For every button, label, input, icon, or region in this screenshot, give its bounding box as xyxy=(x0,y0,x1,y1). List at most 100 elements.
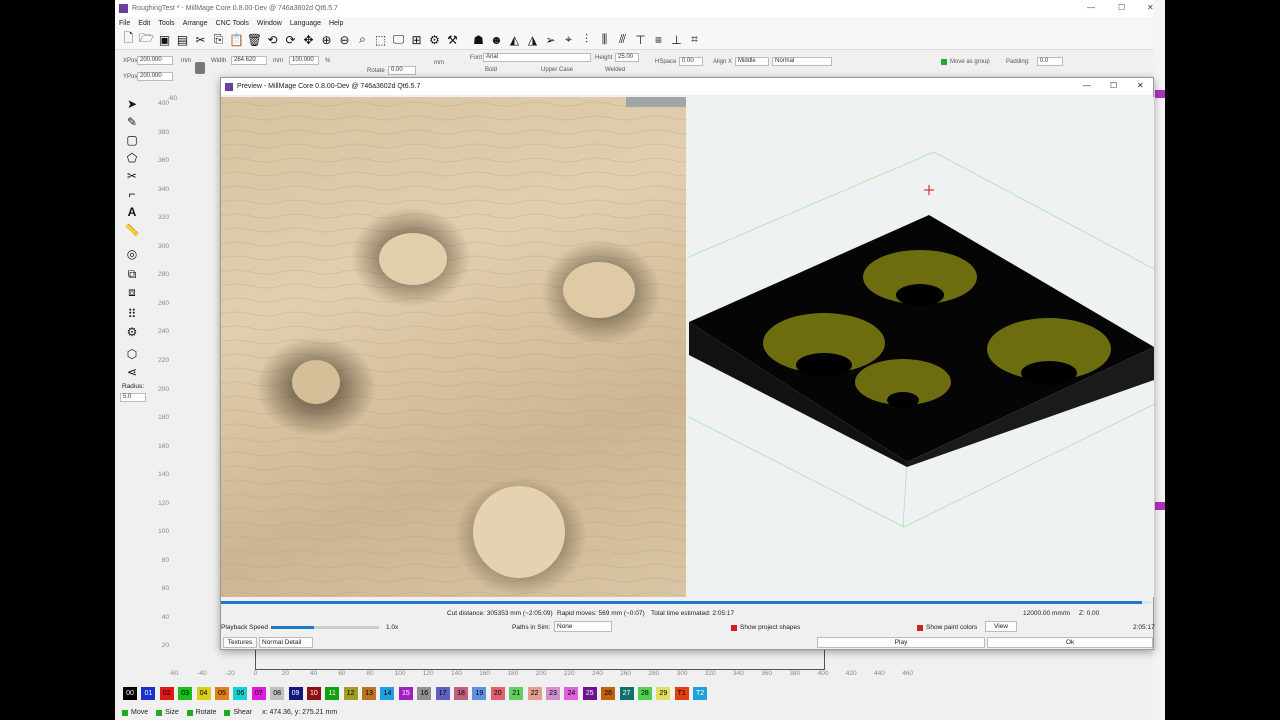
paths-in-sim-select[interactable]: None xyxy=(554,621,612,632)
frame-tool-icon[interactable]: ⌐ xyxy=(125,187,139,201)
color-swatch-04[interactable]: 04 xyxy=(196,687,211,700)
send-icon[interactable]: ➢ xyxy=(543,32,558,47)
color-swatch-26[interactable]: 26 xyxy=(601,687,616,700)
menu-window[interactable]: Window xyxy=(257,20,282,27)
play-button[interactable]: Play xyxy=(817,637,985,648)
color-swatch-20[interactable]: 20 xyxy=(490,687,505,700)
move-as-group-checkbox[interactable] xyxy=(941,59,947,65)
node-edit-icon[interactable]: ⬡ xyxy=(125,347,139,361)
flip-horizontal-icon[interactable]: ◭ xyxy=(507,32,522,47)
color-swatch-16[interactable]: 16 xyxy=(417,687,432,700)
monitor-icon[interactable]: 🖵 xyxy=(391,32,406,47)
preview-maximize-icon[interactable]: ☐ xyxy=(1110,81,1117,90)
crosshair-icon[interactable]: ⌗ xyxy=(687,32,702,47)
hspace-field[interactable]: 0.00 xyxy=(679,57,703,66)
align-icon[interactable]: ⫼ xyxy=(597,32,612,47)
rectangle-icon[interactable]: ▢ xyxy=(125,133,139,147)
zoom-fit-icon[interactable]: ⌕ xyxy=(355,32,370,47)
align-x-select[interactable]: Middle xyxy=(735,57,769,66)
polygon-icon[interactable]: ⬠ xyxy=(125,151,139,165)
textures-button[interactable]: Textures xyxy=(223,637,257,648)
zoom-in-icon[interactable]: ⊕ xyxy=(319,32,334,47)
copy-icon[interactable]: ⎘ xyxy=(211,32,226,47)
distribute-icon[interactable]: ⫻ xyxy=(615,32,630,47)
ok-button[interactable]: Ok xyxy=(987,637,1153,648)
3d-toolpath-view[interactable] xyxy=(688,97,1170,597)
save-icon[interactable]: ▣ xyxy=(157,32,172,47)
color-swatch-24[interactable]: 24 xyxy=(564,687,579,700)
color-swatch-03[interactable]: 03 xyxy=(178,687,193,700)
color-swatch-27[interactable]: 27 xyxy=(619,687,634,700)
preview-close-icon[interactable]: ✕ xyxy=(1137,81,1144,90)
color-swatch-15[interactable]: 15 xyxy=(398,687,413,700)
new-file-icon[interactable]: 🗋 xyxy=(121,31,136,47)
upper-case-checkbox[interactable]: Upper Case xyxy=(541,67,573,73)
align-bottom-icon[interactable]: ⊥ xyxy=(669,32,684,47)
open-folder-icon[interactable]: 🗁 xyxy=(139,31,154,47)
color-swatch-18[interactable]: 18 xyxy=(454,687,469,700)
zoom-out-icon[interactable]: ⊖ xyxy=(337,32,352,47)
mirror-icon[interactable]: ◮ xyxy=(525,32,540,47)
radius-field[interactable]: 5.0 xyxy=(120,393,146,402)
menu-file[interactable]: File xyxy=(119,20,130,27)
color-swatch-10[interactable]: 10 xyxy=(306,687,321,700)
color-swatch-12[interactable]: 12 xyxy=(343,687,358,700)
align-middle-icon[interactable]: ≡ xyxy=(651,32,666,47)
user-icon[interactable]: ☻ xyxy=(489,32,504,47)
bold-checkbox[interactable]: Bold xyxy=(485,67,497,73)
rotate-checkbox[interactable] xyxy=(186,709,193,716)
boolean-icon[interactable]: ⧉ xyxy=(125,267,139,281)
playback-speed-slider[interactable] xyxy=(271,626,379,629)
color-swatch-19[interactable]: 19 xyxy=(472,687,487,700)
width-field[interactable]: 264.620 xyxy=(231,56,267,65)
ypos-field[interactable]: 200.000 xyxy=(137,72,173,81)
circular-array-icon[interactable]: ⚙ xyxy=(125,325,139,339)
menu-arrange[interactable]: Arrange xyxy=(183,20,208,27)
text-style-select[interactable]: Normal xyxy=(772,57,832,66)
group-icon[interactable]: ☗ xyxy=(471,32,486,47)
tab-tool-icon[interactable]: ⋖ xyxy=(125,365,139,379)
xpos-field[interactable]: 200.000 xyxy=(137,56,173,65)
grid-array-icon[interactable]: ⠿ xyxy=(125,307,139,321)
minimize-icon[interactable]: — xyxy=(1087,3,1095,12)
color-swatch-t2[interactable]: T2 xyxy=(693,687,708,700)
redo-icon[interactable]: ⟳ xyxy=(283,32,298,47)
color-swatch-28[interactable]: 28 xyxy=(637,687,652,700)
width-percent-field[interactable]: 100.000 xyxy=(289,56,319,65)
color-swatch-14[interactable]: 14 xyxy=(380,687,395,700)
select-arrow-icon[interactable]: ➤ xyxy=(125,97,139,111)
menu-edit[interactable]: Edit xyxy=(138,20,150,27)
maximize-icon[interactable]: ☐ xyxy=(1118,3,1125,12)
stack-icon[interactable]: ⫶ xyxy=(579,32,594,47)
show-paint-colors-checkbox[interactable] xyxy=(917,625,923,631)
weld-icon[interactable]: ⧈ xyxy=(125,285,139,299)
text-tool-icon[interactable]: A xyxy=(125,205,139,219)
tools-icon[interactable]: ⚒ xyxy=(445,32,460,47)
frame-icon[interactable]: ⊞ xyxy=(409,32,424,47)
zoom-selection-icon[interactable]: ⬚ xyxy=(373,32,388,47)
color-swatch-11[interactable]: 11 xyxy=(325,687,340,700)
offset-icon[interactable]: ◎ xyxy=(125,247,139,261)
show-project-shapes-checkbox[interactable] xyxy=(731,625,737,631)
color-swatch-t1[interactable]: T1 xyxy=(674,687,689,700)
color-swatch-02[interactable]: 02 xyxy=(159,687,174,700)
padding-field[interactable]: 0.0 xyxy=(1037,57,1063,66)
preview-minimize-icon[interactable]: — xyxy=(1083,81,1091,90)
color-swatch-22[interactable]: 22 xyxy=(527,687,542,700)
color-swatch-06[interactable]: 06 xyxy=(233,687,248,700)
rotate-field[interactable]: 0.00 xyxy=(388,66,416,75)
color-swatch-01[interactable]: 01 xyxy=(141,687,156,700)
save-as-icon[interactable]: ▤ xyxy=(175,32,190,47)
menu-help[interactable]: Help xyxy=(329,20,343,27)
measure-icon[interactable]: 📏 xyxy=(125,223,140,237)
color-swatch-21[interactable]: 21 xyxy=(509,687,524,700)
color-swatch-08[interactable]: 08 xyxy=(270,687,285,700)
height-field[interactable]: 25.00 xyxy=(615,53,639,62)
color-swatch-00[interactable]: 00 xyxy=(123,687,137,700)
color-swatch-29[interactable]: 29 xyxy=(656,687,671,700)
color-swatch-07[interactable]: 07 xyxy=(251,687,266,700)
settings-icon[interactable]: ⚙ xyxy=(427,32,442,47)
paste-icon[interactable]: 📋 xyxy=(229,32,244,47)
lock-icon[interactable] xyxy=(195,62,205,74)
target-icon[interactable]: ⌖ xyxy=(561,32,576,47)
